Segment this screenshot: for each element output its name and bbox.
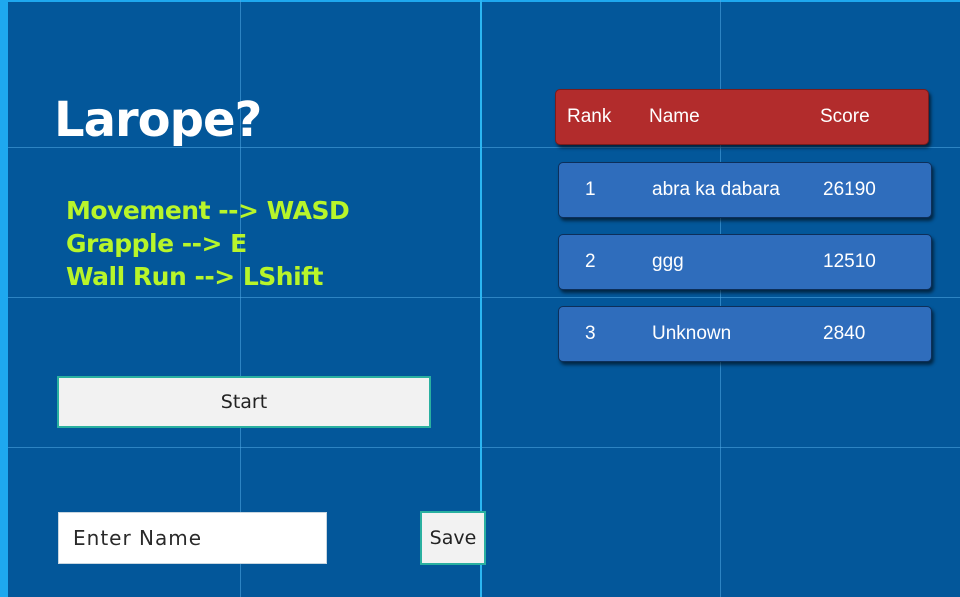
name-input[interactable] xyxy=(58,512,327,564)
control-movement: Movement --> WASD xyxy=(66,196,350,225)
row-rank: 3 xyxy=(585,323,596,344)
start-button[interactable]: Start xyxy=(57,376,431,428)
header-score: Score xyxy=(820,106,870,127)
game-title: Larope? xyxy=(54,92,262,148)
header-rank: Rank xyxy=(567,106,612,127)
grid-line xyxy=(240,0,241,597)
save-button[interactable]: Save xyxy=(420,511,486,565)
row-score: 26190 xyxy=(823,179,876,200)
row-name: Unknown xyxy=(652,323,732,344)
controls-instructions: Movement --> WASD Grapple --> E Wall Run… xyxy=(66,194,350,293)
leaderboard-row: 1 abra ka dabara 26190 xyxy=(558,162,932,218)
grid-line xyxy=(8,447,960,448)
control-wall-run: Wall Run --> LShift xyxy=(66,262,323,291)
row-score: 2840 xyxy=(823,323,866,344)
row-rank: 2 xyxy=(585,251,596,272)
scene-frame-left xyxy=(0,0,8,597)
leaderboard-header: Rank Name Score xyxy=(555,89,929,145)
row-name: abra ka dabara xyxy=(652,179,780,200)
grid-line xyxy=(8,297,960,298)
row-score: 12510 xyxy=(823,251,876,272)
header-name: Name xyxy=(649,106,700,127)
row-rank: 1 xyxy=(585,179,596,200)
leaderboard-row: 3 Unknown 2840 xyxy=(558,306,932,362)
leaderboard-row: 2 ggg 12510 xyxy=(558,234,932,290)
row-name: ggg xyxy=(652,251,684,272)
canvas-center-line xyxy=(480,0,482,597)
control-grapple: Grapple --> E xyxy=(66,229,247,258)
